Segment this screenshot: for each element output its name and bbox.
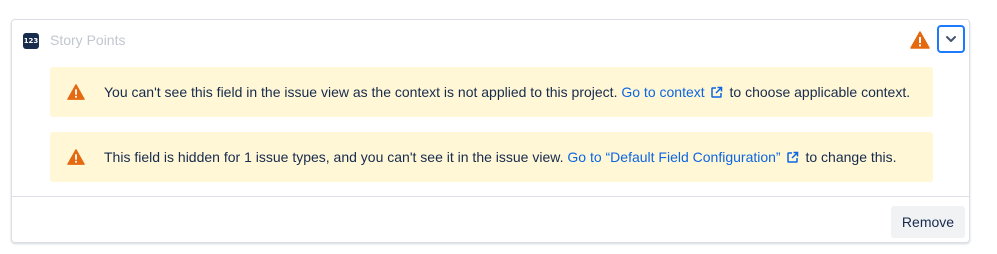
banner-text: You can't see this field in the issue vi… [104,84,618,100]
remove-button[interactable]: Remove [891,206,965,238]
collapse-toggle-button[interactable] [937,25,965,53]
external-link-icon [786,151,798,163]
go-to-context-link[interactable]: Go to context [621,84,725,100]
banner-text-suffix: to choose applicable context. [729,84,911,100]
banner-message: You can't see this field in the issue vi… [104,67,910,117]
field-header[interactable]: 123 Story Points [12,20,969,62]
footer-divider [12,196,969,197]
banner-text-suffix: to change this. [805,149,897,165]
warning-icon [67,149,85,165]
warning-icon [67,84,85,100]
field-card: 123 Story Points You can't see this fiel… [11,19,970,243]
link-label: Go to “Default Field Configuration” [567,149,781,165]
hidden-field-warning-banner: This field is hidden for 1 issue types, … [50,132,933,182]
warning-icon [910,31,930,49]
go-to-field-configuration-link[interactable]: Go to “Default Field Configuration” [567,149,801,165]
context-warning-banner: You can't see this field in the issue vi… [50,67,933,117]
banner-text: This field is hidden for 1 issue types, … [104,149,564,165]
external-link-icon [710,86,722,98]
banner-message: This field is hidden for 1 issue types, … [104,132,897,182]
number-field-icon: 123 [23,33,39,49]
field-name: Story Points [50,32,126,48]
chevron-down-icon [946,36,956,42]
link-label: Go to context [621,84,705,100]
